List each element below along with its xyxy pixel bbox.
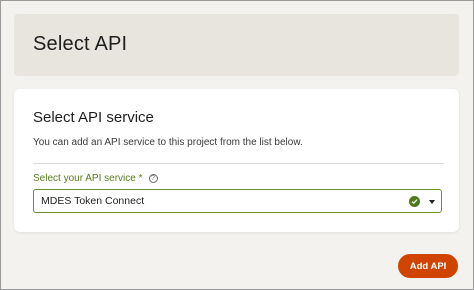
help-icon[interactable]: ? bbox=[148, 174, 158, 183]
page-title: Select API bbox=[33, 33, 128, 55]
caret-down-icon[interactable] bbox=[429, 200, 435, 204]
page-header: Select API bbox=[14, 14, 459, 76]
check-circle-icon bbox=[409, 196, 420, 207]
card-title: Select API service bbox=[33, 109, 154, 126]
page-frame: Select API Select API service You can ad… bbox=[0, 0, 474, 290]
api-service-card: Select API service You can add an API se… bbox=[14, 89, 459, 232]
divider bbox=[33, 163, 444, 164]
api-service-field-label: Select your API service * ? bbox=[33, 173, 158, 184]
field-label-text: Select your API service * bbox=[33, 173, 143, 184]
card-description: You can add an API service to this proje… bbox=[33, 137, 303, 148]
selected-value: MDES Token Connect bbox=[41, 195, 145, 207]
add-api-button[interactable]: Add API bbox=[398, 254, 458, 278]
api-service-select[interactable]: MDES Token Connect bbox=[33, 189, 442, 213]
